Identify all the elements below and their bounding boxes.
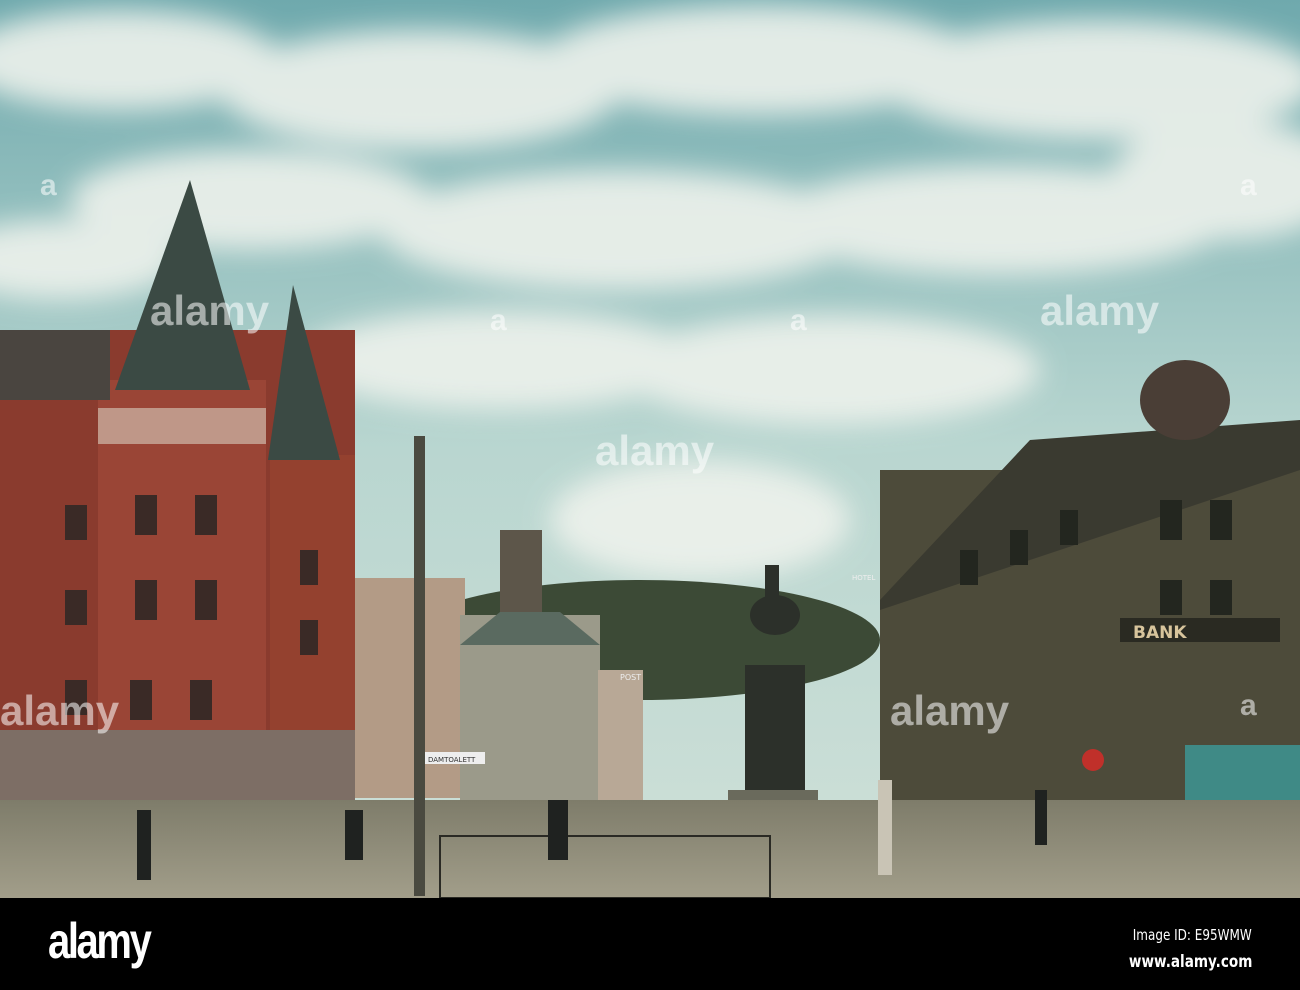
street [0, 800, 1300, 898]
post-sign: POST [620, 673, 641, 682]
photo-frame: POST BANK HOTEL DAMTOALETT alamy alamy a… [0, 0, 1300, 990]
bank-sign: BANK [1133, 623, 1187, 643]
image-id: Image ID: E95WMW [1133, 926, 1252, 944]
street-scene-photo: POST BANK HOTEL DAMTOALETT alamy alamy a… [0, 0, 1300, 898]
footer-bar: alamy Image ID: E95WMW www.alamy.com [0, 898, 1300, 990]
watermark: a [1240, 689, 1257, 722]
watermark: alamy [1040, 287, 1160, 334]
watermark: a [40, 169, 57, 202]
lamp-post [414, 436, 425, 896]
watermark: alamy [0, 687, 120, 734]
building [345, 578, 465, 798]
bollard [878, 780, 892, 875]
alamy-logo: alamy [48, 913, 152, 969]
building-post [598, 670, 643, 800]
watermark: alamy [595, 427, 715, 474]
watermark: alamy [890, 687, 1010, 734]
website-link[interactable]: www.alamy.com [1128, 952, 1252, 972]
watermark: alamy [150, 287, 270, 334]
watermark: a [790, 304, 807, 337]
watermark: a [490, 304, 507, 337]
street-sign: DAMTOALETT [428, 756, 476, 764]
hotel-sign: HOTEL [852, 574, 875, 582]
watermark: a [1240, 169, 1257, 202]
no-entry-sign [1082, 749, 1104, 771]
